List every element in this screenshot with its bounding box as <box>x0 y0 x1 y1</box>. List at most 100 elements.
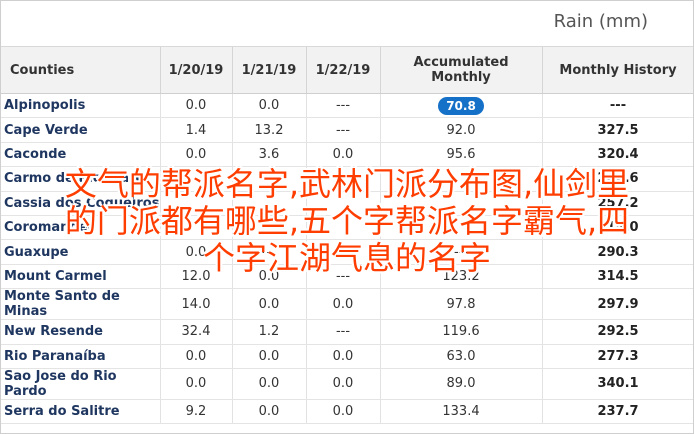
table-row: Monte Santo de Minas 14.0 0.0 0.0 97.8 2… <box>0 288 694 321</box>
highlight-badge: 70.8 <box>438 96 484 115</box>
county-name: Caconde <box>0 142 161 168</box>
cell-value: 13.2 <box>232 117 307 143</box>
table-row: Mount Carmel 12.0 0.0 --- 123.2 314.5 <box>0 264 694 290</box>
cell-history: 290.3 <box>542 239 694 265</box>
cell-value: 0.0 <box>160 368 233 400</box>
cell-value: 0.0 <box>160 344 233 369</box>
county-name: Coromandel <box>0 215 161 241</box>
county-name: Rio Paranaíba <box>0 344 161 369</box>
col-header-date-3[interactable]: 1/22/19 <box>306 47 381 94</box>
county-name: Alpinopolis <box>0 93 161 119</box>
col-header-counties[interactable]: Counties <box>0 47 161 94</box>
cell-history: 314.5 <box>542 264 694 290</box>
cell-accumulated: 95.6 <box>380 142 543 168</box>
col-header-history[interactable]: Monthly History <box>542 47 694 94</box>
table-row: Carmo de Rio Claro 282.6 <box>0 166 694 192</box>
cell-value <box>160 166 233 192</box>
cell-value: 3.6 <box>232 142 307 168</box>
cell-value: 0.0 <box>232 368 307 400</box>
cell-value <box>306 191 381 216</box>
cell-value: 0.0 <box>306 399 381 425</box>
table-header-row: Counties 1/20/19 1/21/19 1/22/19 Accumul… <box>0 47 694 94</box>
col-header-date-1[interactable]: 1/20/19 <box>160 47 233 94</box>
col-header-date-2[interactable]: 1/21/19 <box>232 47 307 94</box>
table-row: Caconde 0.0 3.6 0.0 95.6 320.4 <box>0 142 694 168</box>
col-header-accumulated[interactable]: Accumulated Monthly <box>380 47 543 94</box>
cell-value <box>232 215 307 241</box>
cell-value: 0.0 <box>160 239 233 265</box>
table-row: Serra do Salitre 9.2 0.0 0.0 133.4 237.7 <box>0 399 694 425</box>
table-row: Cassia dos Coqueiros 257.2 <box>0 191 694 216</box>
cell-value: --- <box>306 117 381 143</box>
cell-history: 340.1 <box>542 368 694 400</box>
county-name: Monte Santo de Minas <box>0 288 161 321</box>
cell-history: --- <box>542 93 694 119</box>
table-title-bar: Rain (mm) <box>0 0 694 47</box>
table-row: Cape Verde 1.4 13.2 --- 92.0 327.5 <box>0 117 694 143</box>
county-name: Serra do Salitre <box>0 399 161 425</box>
cell-accumulated: 89.0 <box>380 368 543 400</box>
cell-accumulated: --- <box>380 239 543 265</box>
county-name: Carmo de Rio Claro <box>0 166 161 192</box>
cell-value: --- <box>232 239 307 265</box>
table-row: Sao Jose do Rio Pardo 0.0 0.0 0.0 89.0 3… <box>0 368 694 400</box>
cell-value: --- <box>306 264 381 290</box>
cell-value: --- <box>306 93 381 119</box>
cell-accumulated <box>380 166 543 192</box>
county-name: Cassia dos Coqueiros <box>0 191 161 216</box>
cell-accumulated: 133.4 <box>380 399 543 425</box>
county-name: Mount Carmel <box>0 264 161 290</box>
cell-history: 282.6 <box>542 166 694 192</box>
cell-history: 292.5 <box>542 319 694 345</box>
cell-history: 297.9 <box>542 288 694 321</box>
table-row: Guaxupe 0.0 --- --- --- 290.3 <box>0 239 694 265</box>
cell-history: 277.3 <box>542 344 694 369</box>
cell-history: 315.0 <box>542 215 694 241</box>
cell-value: 1.4 <box>160 117 233 143</box>
cell-value: 12.0 <box>160 264 233 290</box>
cell-value: 9.2 <box>160 399 233 425</box>
county-name: New Resende <box>0 319 161 345</box>
table-row: Rio Paranaíba 0.0 0.0 0.0 63.0 277.3 <box>0 344 694 369</box>
cell-value: 1.2 <box>232 319 307 345</box>
cell-accumulated <box>380 191 543 216</box>
cell-accumulated <box>380 215 543 241</box>
table-row: New Resende 32.4 1.2 --- 119.6 292.5 <box>0 319 694 345</box>
cell-value <box>306 166 381 192</box>
cell-value: 0.0 <box>306 142 381 168</box>
cell-value: --- <box>306 319 381 345</box>
county-name: Cape Verde <box>0 117 161 143</box>
cell-value: 0.0 <box>232 264 307 290</box>
cell-value: 0.0 <box>306 344 381 369</box>
cell-value <box>232 191 307 216</box>
county-name: Guaxupe <box>0 239 161 265</box>
cell-value: 0.0 <box>160 142 233 168</box>
cell-history: 257.2 <box>542 191 694 216</box>
county-name: Sao Jose do Rio Pardo <box>0 368 161 400</box>
table-title: Rain (mm) <box>553 11 648 32</box>
rain-table: Counties 1/20/19 1/21/19 1/22/19 Accumul… <box>0 47 694 425</box>
cell-accumulated: 119.6 <box>380 319 543 345</box>
cell-value <box>306 215 381 241</box>
cell-accumulated: 123.2 <box>380 264 543 290</box>
cell-accumulated: 70.8 <box>380 93 543 119</box>
cell-accumulated: 63.0 <box>380 344 543 369</box>
cell-accumulated: 92.0 <box>380 117 543 143</box>
cell-value: 0.0 <box>232 288 307 321</box>
cell-value: 0.0 <box>160 93 233 119</box>
cell-value: 0.0 <box>232 344 307 369</box>
cell-value: 0.0 <box>232 399 307 425</box>
cell-history: 327.5 <box>542 117 694 143</box>
cell-value <box>160 215 233 241</box>
table-row: Alpinopolis 0.0 0.0 --- 70.8 --- <box>0 93 694 119</box>
cell-value <box>232 166 307 192</box>
cell-accumulated: 97.8 <box>380 288 543 321</box>
cell-value: 0.0 <box>306 368 381 400</box>
cell-value <box>160 191 233 216</box>
cell-value: 14.0 <box>160 288 233 321</box>
cell-history: 237.7 <box>542 399 694 425</box>
cell-value: 0.0 <box>306 288 381 321</box>
table-row: Coromandel 315.0 <box>0 215 694 241</box>
cell-value: 0.0 <box>232 93 307 119</box>
cell-value: --- <box>306 239 381 265</box>
